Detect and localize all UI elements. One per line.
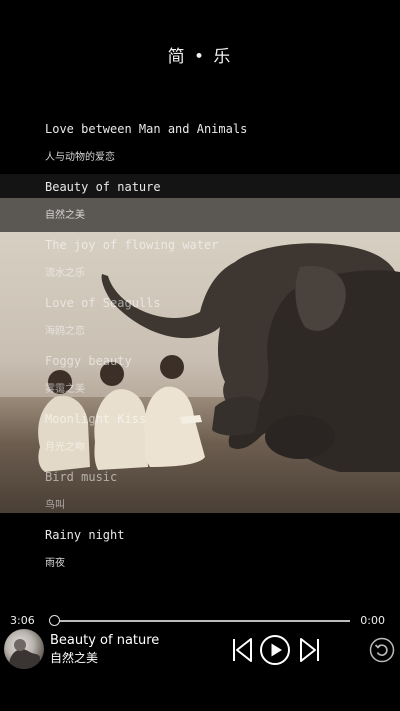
remaining-time: 0:00 — [360, 614, 385, 627]
next-button[interactable] — [295, 633, 325, 667]
song-title-en: The joy of flowing water — [45, 238, 219, 252]
song-item-selected[interactable]: Beauty of nature 自然之美 — [45, 180, 375, 221]
app-title: 简 • 乐 — [167, 47, 233, 67]
now-playing-title-en: Beauty of nature — [50, 633, 160, 648]
repeat-icon — [369, 637, 395, 663]
album-art-avatar[interactable] — [4, 629, 44, 669]
now-playing-title-zh: 自然之美 — [50, 651, 99, 665]
repeat-button[interactable] — [367, 633, 397, 667]
song-title-zh: 流水之乐 — [45, 268, 85, 279]
progress-row: 3:06 0:00 — [0, 612, 400, 630]
song-title-zh: 自然之美 — [45, 210, 85, 221]
elapsed-time: 3:06 — [10, 614, 35, 627]
song-title-en: Beauty of nature — [45, 180, 161, 194]
song-title-en: Love of Seagulls — [45, 296, 161, 310]
skip-next-icon — [300, 638, 319, 662]
album-art-image — [8, 639, 40, 669]
play-button[interactable] — [259, 633, 291, 667]
previous-button[interactable] — [227, 633, 257, 667]
song-title-en: Rainy night — [45, 528, 125, 542]
play-icon — [260, 635, 290, 665]
progress-knob[interactable] — [49, 615, 60, 626]
song-title-en: Moonlight Kiss — [45, 412, 147, 426]
song-title-zh: 人与动物的爱恋 — [45, 152, 115, 163]
song-title-en: Love between Man and Animals — [45, 122, 248, 136]
song-title-en: Bird music — [45, 470, 118, 484]
song-item[interactable]: The joy of flowing water 流水之乐 — [45, 238, 375, 279]
song-title-zh: 鸟叫 — [45, 500, 65, 511]
song-item[interactable]: Love of Seagulls 海鸥之恋 — [45, 296, 375, 337]
song-item[interactable]: Moonlight Kiss 月光之吻 — [45, 412, 375, 453]
skip-previous-icon — [233, 638, 252, 662]
song-title-en: Foggy beauty — [45, 354, 132, 368]
song-item[interactable]: Love between Man and Animals 人与动物的爱恋 — [45, 122, 375, 163]
song-item[interactable]: Bird music 鸟叫 — [45, 470, 375, 511]
song-title-zh: 雾霭之美 — [45, 384, 85, 395]
song-title-zh: 月光之吻 — [45, 442, 85, 453]
song-title-zh: 雨夜 — [45, 558, 65, 569]
song-item[interactable]: Rainy night 雨夜 — [45, 528, 375, 569]
song-title-zh: 海鸥之恋 — [45, 326, 85, 337]
progress-track[interactable] — [54, 620, 350, 622]
song-item[interactable]: Foggy beauty 雾霭之美 — [45, 354, 375, 395]
